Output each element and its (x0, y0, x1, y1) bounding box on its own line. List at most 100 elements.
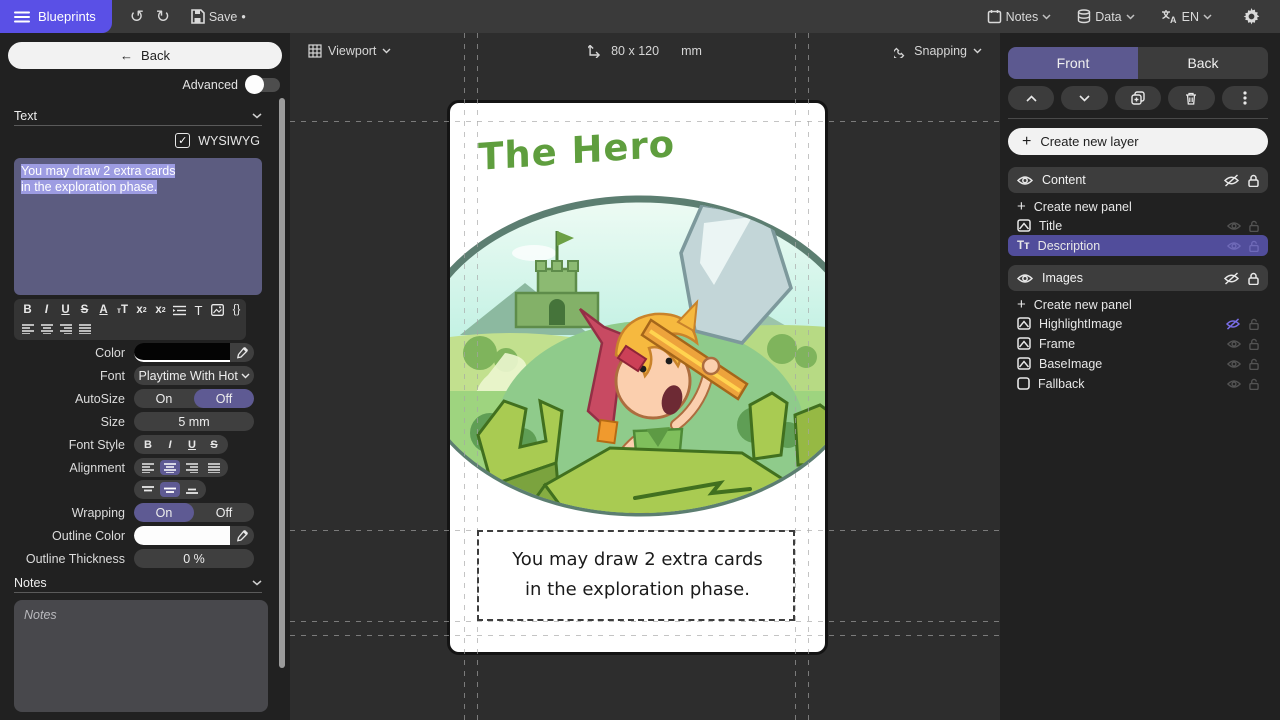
eye-off-icon[interactable] (1225, 318, 1241, 330)
bold-button[interactable]: B (19, 302, 36, 318)
eye-icon[interactable] (1227, 359, 1241, 369)
topbar-right-group: Notes Data A EN (987, 4, 1280, 30)
layer-fallback[interactable]: Fallback (1008, 374, 1268, 393)
wrapping-off-option[interactable]: Off (194, 503, 254, 522)
undo-icon[interactable]: ↺ (124, 4, 150, 30)
blueprints-label: Blueprints (38, 9, 96, 24)
left-panel-scrollbar[interactable] (279, 98, 285, 668)
align-left-icon[interactable] (19, 321, 36, 337)
eye-off-icon[interactable] (1223, 272, 1240, 285)
guide-line (290, 635, 1000, 636)
wrapping-on-option[interactable]: On (134, 503, 194, 522)
layer-group-images[interactable]: Images (1008, 265, 1268, 291)
language-menu[interactable]: A EN (1161, 9, 1212, 24)
font-select[interactable]: Playtime With Hot T (134, 366, 254, 385)
delete-layer-button[interactable] (1168, 86, 1214, 110)
valign-middle-button[interactable] (160, 482, 180, 497)
align-left-button[interactable] (138, 460, 158, 475)
underline-button[interactable]: U (57, 302, 74, 318)
outline-color-swatch[interactable] (134, 526, 230, 545)
subscript-button[interactable]: x2 (152, 302, 169, 318)
save-button[interactable]: Save • (190, 9, 246, 24)
valign-bottom-button[interactable] (182, 482, 202, 497)
text-color-button[interactable]: A (95, 302, 112, 318)
blueprints-button[interactable]: Blueprints (0, 0, 112, 33)
settings-gear-icon[interactable] (1238, 4, 1264, 30)
align-center-icon[interactable] (38, 321, 55, 337)
lock-icon[interactable] (1249, 240, 1259, 252)
outline-color-picker[interactable] (134, 526, 254, 545)
eye-icon[interactable] (1227, 241, 1241, 251)
layer-highlight-image[interactable]: HighlightImage (1008, 314, 1268, 333)
description-selection-outline[interactable] (477, 530, 795, 621)
lock-icon[interactable] (1249, 318, 1259, 330)
lock-icon[interactable] (1249, 338, 1259, 350)
layer-base-image[interactable]: BaseImage (1008, 354, 1268, 373)
move-layer-up-button[interactable] (1008, 86, 1054, 110)
create-new-panel-images[interactable]: + Create new panel (1008, 295, 1268, 314)
valign-top-button[interactable] (138, 482, 158, 497)
style-bold-button[interactable]: B (138, 437, 158, 452)
style-italic-button[interactable]: I (160, 437, 180, 452)
advanced-toggle[interactable] (246, 78, 280, 92)
move-layer-down-button[interactable] (1061, 86, 1107, 110)
notes-section-header[interactable]: Notes (14, 576, 262, 590)
create-new-panel-content[interactable]: + Create new panel (1008, 197, 1268, 216)
superscript-button[interactable]: x2 (133, 302, 150, 318)
layer-description[interactable]: Tт Description (1008, 235, 1268, 256)
redo-icon[interactable]: ↻ (150, 4, 176, 30)
create-new-layer-button[interactable]: + Create new layer (1008, 128, 1268, 155)
lock-icon[interactable] (1248, 174, 1259, 187)
more-options-button[interactable] (1222, 86, 1268, 110)
layer-group-content[interactable]: Content (1008, 167, 1268, 193)
strikethrough-button[interactable]: S (76, 302, 93, 318)
font-size-button[interactable]: тT (114, 302, 131, 318)
text-color-picker[interactable] (134, 343, 254, 362)
style-underline-button[interactable]: U (182, 437, 202, 452)
color-swatch[interactable] (134, 343, 230, 362)
text-content-editor[interactable]: You may draw 2 extra cards in the explor… (14, 158, 262, 295)
eye-off-icon[interactable] (1223, 174, 1240, 187)
notepad-icon (987, 9, 1002, 24)
autosize-on-option[interactable]: On (134, 389, 194, 408)
viewport-menu[interactable]: Viewport (308, 44, 391, 58)
align-right-button[interactable] (182, 460, 202, 475)
align-justify-icon[interactable] (76, 321, 93, 337)
variables-button[interactable]: {} (228, 302, 245, 318)
italic-button[interactable]: I (38, 302, 55, 318)
layer-frame[interactable]: Frame (1008, 334, 1268, 353)
eye-icon[interactable] (1227, 221, 1241, 231)
list-indent-icon[interactable] (171, 302, 188, 318)
snapping-menu[interactable]: Snapping (894, 44, 982, 58)
tab-back[interactable]: Back (1138, 47, 1268, 79)
eyedropper-icon[interactable] (230, 347, 254, 359)
data-menu[interactable]: Data (1077, 9, 1134, 24)
notes-textarea[interactable] (14, 600, 268, 712)
lock-icon[interactable] (1249, 358, 1259, 370)
lock-icon[interactable] (1249, 220, 1259, 232)
insert-image-icon[interactable] (209, 302, 226, 318)
eye-icon[interactable] (1227, 339, 1241, 349)
duplicate-layer-button[interactable] (1115, 86, 1161, 110)
autosize-off-option[interactable]: Off (194, 389, 254, 408)
align-justify-button[interactable] (204, 460, 224, 475)
wysiwyg-checkbox[interactable]: ✓ (175, 133, 190, 148)
outline-thickness-input[interactable]: 0 % (134, 549, 254, 568)
design-canvas[interactable]: Viewport 80 x 120 mm Snapping (290, 33, 1000, 720)
clear-format-button[interactable]: T (190, 302, 207, 318)
svg-text:A: A (1170, 15, 1177, 24)
lock-icon[interactable] (1248, 272, 1259, 285)
tab-front[interactable]: Front (1008, 47, 1138, 79)
eyedropper-icon[interactable] (230, 530, 254, 542)
back-button[interactable]: ← Back (8, 42, 282, 69)
align-right-icon[interactable] (57, 321, 74, 337)
style-strike-button[interactable]: S (204, 437, 224, 452)
align-center-button[interactable] (160, 460, 180, 475)
text-section-header[interactable]: Text (14, 109, 262, 123)
eye-icon[interactable] (1227, 379, 1241, 389)
notes-menu[interactable]: Notes (987, 9, 1052, 24)
layer-action-buttons (1008, 86, 1268, 110)
size-input[interactable]: 5 mm (134, 412, 254, 431)
lock-icon[interactable] (1249, 378, 1259, 390)
layer-title[interactable]: Title (1008, 216, 1268, 235)
